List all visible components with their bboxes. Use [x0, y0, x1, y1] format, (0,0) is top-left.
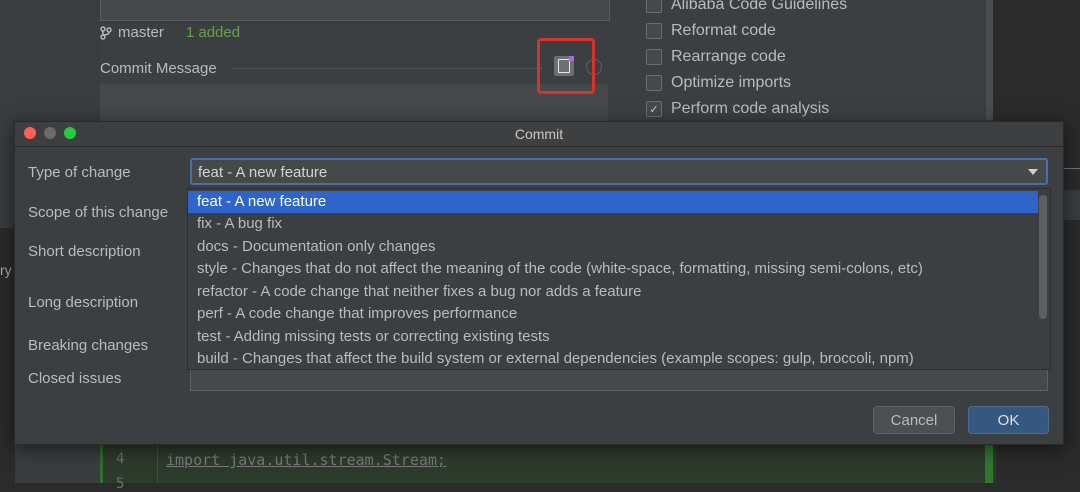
dropdown-item-refactor[interactable]: refactor - A code change that neither fi…: [188, 281, 1038, 303]
type-dropdown-list: feat - A new feature fix - A bug fix doc…: [187, 188, 1051, 370]
line-number: 4: [116, 451, 125, 467]
commit-message-label: Commit Message: [100, 60, 217, 77]
option-label: Optimize imports: [671, 74, 792, 91]
dropdown-item-feat[interactable]: feat - A new feature: [188, 191, 1038, 213]
selected-value: feat - A new feature: [198, 164, 328, 181]
option-rearrange[interactable]: Rearrange code: [646, 48, 786, 66]
changes-list: [100, 0, 610, 21]
dropdown-item-fix[interactable]: fix - A bug fix: [188, 213, 1038, 235]
scrollbar[interactable]: [986, 0, 993, 120]
option-label: Rearrange code: [671, 48, 786, 65]
scope-label: Scope of this change: [28, 204, 169, 221]
short-description-label: Short description: [28, 243, 141, 260]
option-code-analysis[interactable]: ✓ Perform code analysis: [646, 100, 829, 118]
option-optimize-imports[interactable]: Optimize imports: [646, 74, 791, 92]
checkbox-checked[interactable]: ✓: [646, 101, 662, 117]
long-description-label: Long description: [28, 294, 139, 311]
dropdown-item-build[interactable]: build - Changes that affect the build sy…: [188, 348, 1038, 370]
option-alibaba[interactable]: Alibaba Code Guidelines: [646, 0, 847, 14]
dropdown-item-style[interactable]: style - Changes that do not affect the m…: [188, 258, 1038, 280]
checkbox[interactable]: [646, 0, 662, 13]
branch-info: master 1 added: [100, 24, 240, 41]
code-line[interactable]: import java.util.stream.Stream;: [166, 451, 446, 469]
chevron-down-icon[interactable]: [1028, 169, 1038, 175]
type-of-change-select[interactable]: feat - A new feature: [190, 158, 1048, 185]
option-label: Perform code analysis: [671, 100, 830, 117]
dropdown-item-perf[interactable]: perf - A code change that improves perfo…: [188, 303, 1038, 325]
checkbox[interactable]: [646, 75, 662, 91]
dialog-title: Commit: [514, 126, 564, 142]
checkbox[interactable]: [646, 23, 662, 39]
ok-button[interactable]: OK: [968, 406, 1049, 434]
dropdown-scrollbar[interactable]: [1039, 195, 1047, 319]
divider: [1064, 168, 1080, 169]
branch-name[interactable]: master: [118, 24, 164, 41]
option-label: Reformat code: [671, 22, 776, 39]
closed-issues-input[interactable]: [190, 367, 1048, 391]
breaking-changes-label: Breaking changes: [28, 337, 149, 354]
side-panel: [1064, 190, 1080, 220]
cancel-button[interactable]: Cancel: [873, 406, 955, 434]
dropdown-item-test[interactable]: test - Adding missing tests or correctin…: [188, 326, 1038, 348]
option-reformat[interactable]: Reformat code: [646, 22, 776, 40]
gutter-divider: [157, 440, 158, 483]
commit-dialog: Commit Type of change Scope of this chan…: [14, 121, 1064, 445]
highlight-box: [537, 38, 595, 94]
added-count[interactable]: 1 added: [186, 24, 240, 41]
change-marker: [985, 440, 993, 483]
closed-issues-label: Closed issues: [28, 370, 122, 387]
option-label: Alibaba Code Guidelines: [671, 0, 848, 13]
line-number: 5: [116, 476, 125, 492]
left-edge-text: ry: [0, 262, 12, 278]
branch-icon: [100, 25, 112, 40]
checkbox[interactable]: [646, 49, 662, 65]
separator: [232, 68, 542, 69]
title-bar: Commit: [15, 122, 1063, 147]
dropdown-item-docs[interactable]: docs - Documentation only changes: [188, 236, 1038, 258]
type-of-change-label: Type of change: [28, 164, 131, 181]
